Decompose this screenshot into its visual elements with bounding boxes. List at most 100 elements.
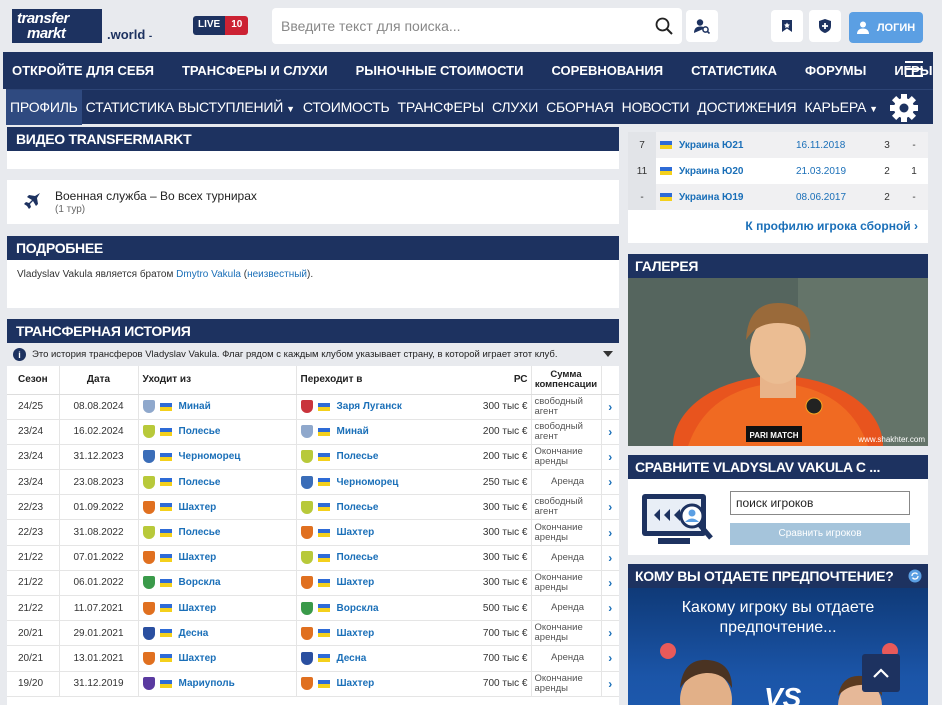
live-button[interactable]: LIVE 10 — [193, 16, 249, 35]
transfer-row[interactable]: 23/24 31.12.2023 Черноморец Полесье 200 тыс … — [7, 444, 619, 471]
transfer-from-club[interactable]: Минай — [137, 394, 296, 420]
military-service-card[interactable]: Военная служба – Во всех турнирах (1 тур… — [7, 180, 619, 224]
transfer-detail-chevron-icon[interactable]: › — [600, 444, 619, 471]
transfer-from-club[interactable]: Шахтер — [137, 595, 296, 622]
main-nav-item[interactable]: Форумы — [796, 63, 866, 78]
transfer-detail-chevron-icon[interactable]: › — [600, 469, 619, 496]
national-team-name[interactable]: Украина Ю21 — [656, 132, 796, 158]
main-nav-item[interactable]: Трансферы и слухи — [173, 63, 328, 78]
transfer-from-club[interactable]: Шахтер — [137, 645, 296, 672]
transfer-row[interactable]: 23/24 23.08.2023 Полесье Черноморец 250 тыс … — [7, 469, 619, 496]
hamburger-menu-icon[interactable] — [905, 61, 923, 79]
national-debut-date[interactable]: 08.06.2017 — [796, 184, 874, 210]
transfer-from-club[interactable]: Черноморец — [137, 444, 296, 471]
col-from[interactable]: Уходит из — [137, 366, 296, 395]
transfer-detail-chevron-icon[interactable]: › — [600, 419, 619, 445]
shield-plus-icon[interactable] — [809, 10, 841, 42]
transfer-row[interactable]: 21/22 06.01.2022 Ворскла Шахтер 300 тыс € Око… — [7, 570, 619, 597]
compare-player-input[interactable] — [730, 491, 910, 515]
transfer-from-club[interactable]: Мариуполь — [137, 671, 296, 697]
col-market-value[interactable]: РС — [454, 366, 531, 395]
compare-players-button[interactable]: Сравнить игроков — [730, 523, 910, 545]
main-nav-item[interactable]: Статистика — [682, 63, 777, 78]
domain-selector[interactable]: .world - — [107, 27, 152, 42]
bookmark-icon[interactable] — [771, 10, 803, 42]
main-nav-item[interactable]: Откройте для себя — [3, 63, 154, 78]
national-team-name[interactable]: Украина Ю20 — [656, 158, 796, 184]
settings-gear-icon[interactable] — [889, 93, 919, 123]
transfer-row[interactable]: 21/22 11.07.2021 Шахтер Ворскла 500 тыс € Аре… — [7, 595, 619, 622]
transfer-row[interactable]: 24/25 08.08.2024 Минай Заря Луганск 300 тыс … — [7, 394, 619, 420]
transfer-to-club[interactable]: Черноморец — [295, 469, 454, 496]
transfer-detail-chevron-icon[interactable]: › — [600, 645, 619, 672]
unknown-club-link[interactable]: неизвестный — [247, 269, 307, 280]
brother-link[interactable]: Dmytro Vakula — [176, 269, 241, 280]
transfer-detail-chevron-icon[interactable]: › — [600, 595, 619, 622]
login-button[interactable]: ЛОГИН — [849, 12, 923, 43]
national-profile-link[interactable]: К профилю игрока сборной › — [628, 210, 928, 242]
transfer-to-club[interactable]: Ворскла — [295, 595, 454, 622]
transfer-to-club[interactable]: Полесье — [295, 545, 454, 571]
transfer-detail-chevron-icon[interactable]: › — [600, 545, 619, 571]
sub-nav-item[interactable]: Достижения — [693, 99, 800, 115]
national-debut-date[interactable]: 21.03.2019 — [796, 158, 874, 184]
sub-nav-item[interactable]: Карьера ▼ — [800, 99, 881, 115]
transfer-to-club[interactable]: Минай — [295, 419, 454, 445]
national-debut-date[interactable]: 16.11.2018 — [796, 132, 874, 158]
transfer-to-club[interactable]: Шахтер — [295, 570, 454, 597]
transfer-from-club[interactable]: Шахтер — [137, 494, 296, 521]
transfer-detail-chevron-icon[interactable]: › — [600, 671, 619, 697]
transfer-from-club[interactable]: Ворскла — [137, 570, 296, 597]
expand-chevron-icon[interactable] — [603, 351, 613, 357]
transfer-from-club[interactable]: Полесье — [137, 469, 296, 496]
transfer-to-club[interactable]: Шахтер — [295, 671, 454, 697]
player-search-icon[interactable] — [686, 10, 718, 42]
national-team-row[interactable]: 7 Украина Ю21 16.11.2018 3- — [628, 132, 928, 158]
sub-nav-item[interactable]: Стоимость — [299, 99, 394, 115]
search-icon[interactable] — [646, 8, 682, 44]
transfer-to-club[interactable]: Заря Луганск — [295, 394, 454, 420]
transfer-to-club[interactable]: Полесье — [295, 444, 454, 471]
sub-nav-item[interactable]: Слухи — [488, 99, 542, 115]
back-to-top-button[interactable] — [862, 654, 900, 692]
transfer-info-bar[interactable]: i Это история трансферов Vladyslav Vakul… — [7, 343, 619, 366]
national-team-name[interactable]: Украина Ю19 — [656, 184, 796, 210]
transfer-row[interactable]: 19/20 31.12.2019 Мариуполь Шахтер 700 тыс € О… — [7, 671, 619, 697]
col-season[interactable]: Сезон — [7, 366, 59, 395]
transfer-from-club[interactable]: Шахтер — [137, 545, 296, 571]
transfer-from-club[interactable]: Полесье — [137, 419, 296, 445]
transfer-to-club[interactable]: Полесье — [295, 494, 454, 521]
transfer-detail-chevron-icon[interactable]: › — [600, 394, 619, 420]
transfer-row[interactable]: 22/23 01.09.2022 Шахтер Полесье 300 тыс € сво… — [7, 494, 619, 521]
transfer-row[interactable]: 22/23 31.08.2022 Полесье Шахтер 300 тыс € Око… — [7, 519, 619, 546]
transfermarkt-logo[interactable]: transfer markt — [12, 9, 102, 43]
transfer-row[interactable]: 20/21 13.01.2021 Шахтер Десна 700 тыс € Аренд… — [7, 645, 619, 672]
col-date[interactable]: Дата — [58, 366, 138, 395]
search-input[interactable] — [272, 18, 646, 34]
transfer-to-club[interactable]: Шахтер — [295, 519, 454, 546]
transfer-to-club[interactable]: Десна — [295, 645, 454, 672]
refresh-icon[interactable] — [908, 569, 922, 583]
sub-nav-item[interactable]: Профиль — [6, 89, 82, 125]
transfer-detail-chevron-icon[interactable]: › — [600, 570, 619, 597]
transfer-detail-chevron-icon[interactable]: › — [600, 494, 619, 521]
sub-nav-item[interactable]: Трансферы — [394, 99, 488, 115]
national-team-row[interactable]: 11 Украина Ю20 21.03.2019 2 1 — [628, 158, 928, 184]
main-nav-item[interactable]: Рыночные стоимости — [347, 63, 524, 78]
sub-nav-item[interactable]: Новости — [618, 99, 694, 115]
transfer-row[interactable]: 20/21 29.01.2021 Десна Шахтер 700 тыс € Оконч… — [7, 620, 619, 647]
transfer-to-club[interactable]: Шахтер — [295, 620, 454, 647]
transfer-from-club[interactable]: Полесье — [137, 519, 296, 546]
transfer-detail-chevron-icon[interactable]: › — [600, 519, 619, 546]
main-nav-item[interactable]: Соревнования — [542, 63, 663, 78]
col-fee[interactable]: Сумма компенсации — [530, 366, 601, 395]
col-to[interactable]: Переходит в — [295, 366, 454, 395]
transfer-row[interactable]: 23/24 16.02.2024 Полесье Минай 200 тыс € своб… — [7, 419, 619, 445]
player-photo[interactable]: PARI MATCH www.shakhter.com — [628, 278, 928, 446]
national-team-row[interactable]: - Украина Ю19 08.06.2017 2- — [628, 184, 928, 210]
sub-nav-item[interactable]: Сборная — [542, 99, 618, 115]
transfer-detail-chevron-icon[interactable]: › — [600, 620, 619, 647]
transfer-from-club[interactable]: Десна — [137, 620, 296, 647]
sub-nav-item[interactable]: Статистика выступлений ▼ — [82, 99, 299, 115]
transfer-row[interactable]: 21/22 07.01.2022 Шахтер Полесье 300 тыс € Аре… — [7, 545, 619, 571]
